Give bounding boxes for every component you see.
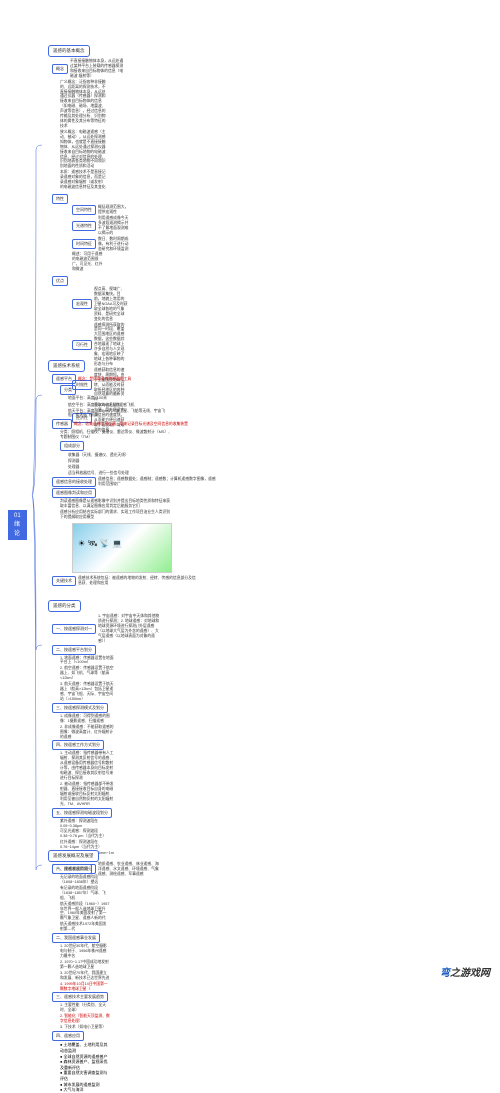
prop-temporal: 时间特征 [72,239,96,249]
branch-classification: 遥感的分类 一、按遥感探测对一1. 宇宙遥感：对宇宙中天体和其他物质进行探测；2… [48,600,114,878]
label-key-tech: 关键技术 [52,576,76,586]
label-advantages: 优点 [52,276,68,286]
branch-tech-system: 遥感技术系统 遥感平台概念：是搭载遥感传感器的工具 分类 地面平台：高度<100… [48,360,172,587]
branch-development: 遥感发展概况及展望 一、遥感发展阶段 无记录的地面遥感阶段（1608~1838年… [48,850,110,1093]
node-classification[interactable]: 遥感的分类 [48,600,81,612]
adv-feasible: 可行性 [72,340,92,350]
node-development[interactable]: 遥感发展概况及展望 [48,850,99,862]
diagram-image [72,523,172,573]
narrow-def: 狭义概念：电磁波遥感（主动、被动），从远处探测感知物体，也就是不直接接触物体、从… [60,130,106,169]
prop-spectral: 光谱特性 [72,221,96,231]
application-list: 土地覆盖、土地利用及其动态监测 全球自然资源的遥感普产 森林资源普产、监视采伐及… [60,1042,110,1092]
def-text: 不直接接触物体本身，从远处通过某种平台上装载的传感器探测和接收来自目标物体的信息… [70,59,124,79]
label-interpretation: 遥感图像判读和应用 [52,488,96,498]
label-properties: 特性 [52,194,68,204]
broad-def: 广义概念：泛指各种非接触的、远距离的探测技术，不直接接触物体本身，从远处通过仪器… [60,80,106,129]
node-basic-concept[interactable]: 遥感的基本概念 [48,45,90,57]
label-sensor: 传感器 [52,419,72,429]
adv-macro: 宏观性 [72,299,92,309]
label-info-process: 遥感信息的接收处理 [52,477,96,487]
nature-text: 本质：遥感技术不是直接记录遥感对象的信息，而是记录遥感对象辐射（或发射）的电磁波… [60,170,106,190]
label-definition: 概念 [52,64,68,74]
root-node[interactable]: 01绪论 [8,510,27,540]
site-logo: 弯弯之游戏网之游戏网 [440,964,490,979]
prop-summary: 概述：可用于遥感的电磁波范围很广，可见光、红外和微波 [72,252,106,272]
prop-spatial: 空间特性 [72,205,96,215]
node-tech-system[interactable]: 遥感技术系统 [48,360,85,372]
label-platform: 遥感平台 [52,374,76,384]
